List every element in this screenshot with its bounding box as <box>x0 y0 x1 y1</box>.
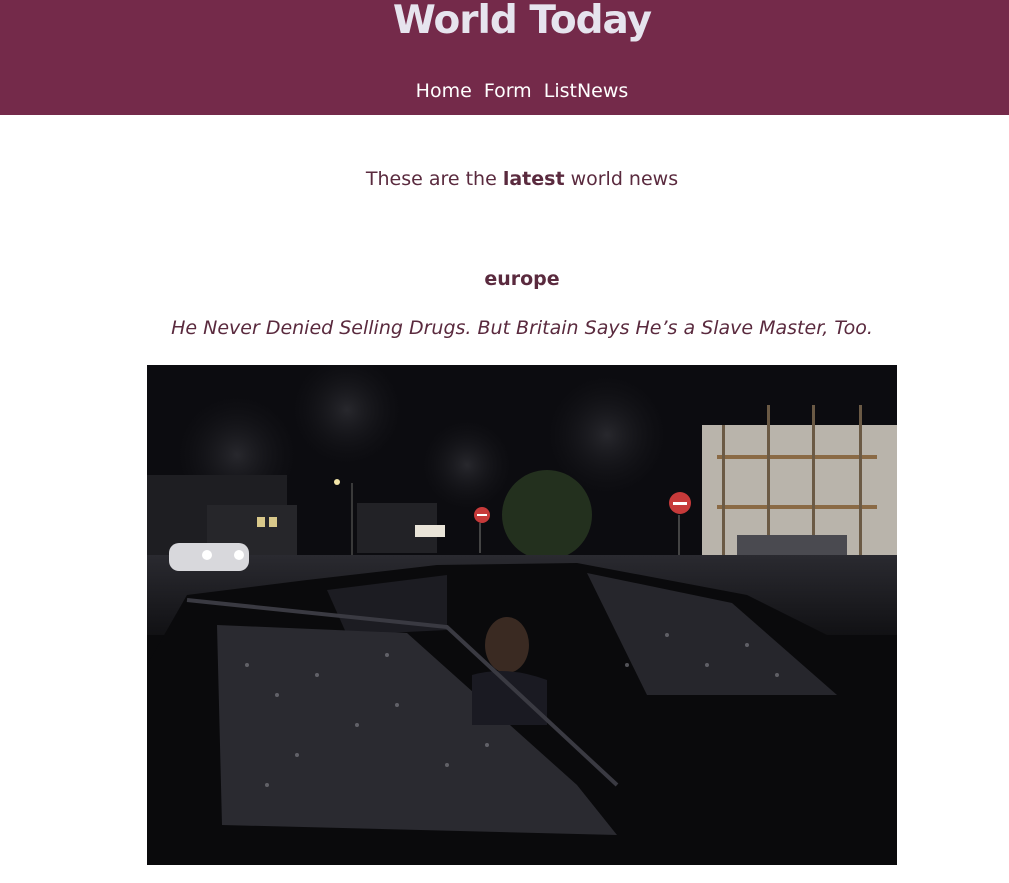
nav-link-home[interactable]: Home <box>416 80 472 102</box>
nav-link-form[interactable]: Form <box>484 80 532 102</box>
article-headline[interactable]: He Never Denied Selling Drugs. But Brita… <box>0 317 1009 339</box>
intro-before: These are the <box>365 168 503 190</box>
intro-emphasis: latest <box>502 168 565 190</box>
article-photo <box>147 365 897 865</box>
photo-illustration <box>147 365 897 865</box>
nav-link-listnews[interactable]: ListNews <box>544 80 629 102</box>
intro-after: world news <box>564 168 679 190</box>
intro-text: These are the latest world news <box>0 168 1009 190</box>
main-nav: Home Form ListNews <box>0 80 1009 102</box>
article-category: europe <box>484 268 560 290</box>
site-header: World Today Home Form ListNews <box>0 0 1009 115</box>
site-title: World Today <box>392 0 652 43</box>
